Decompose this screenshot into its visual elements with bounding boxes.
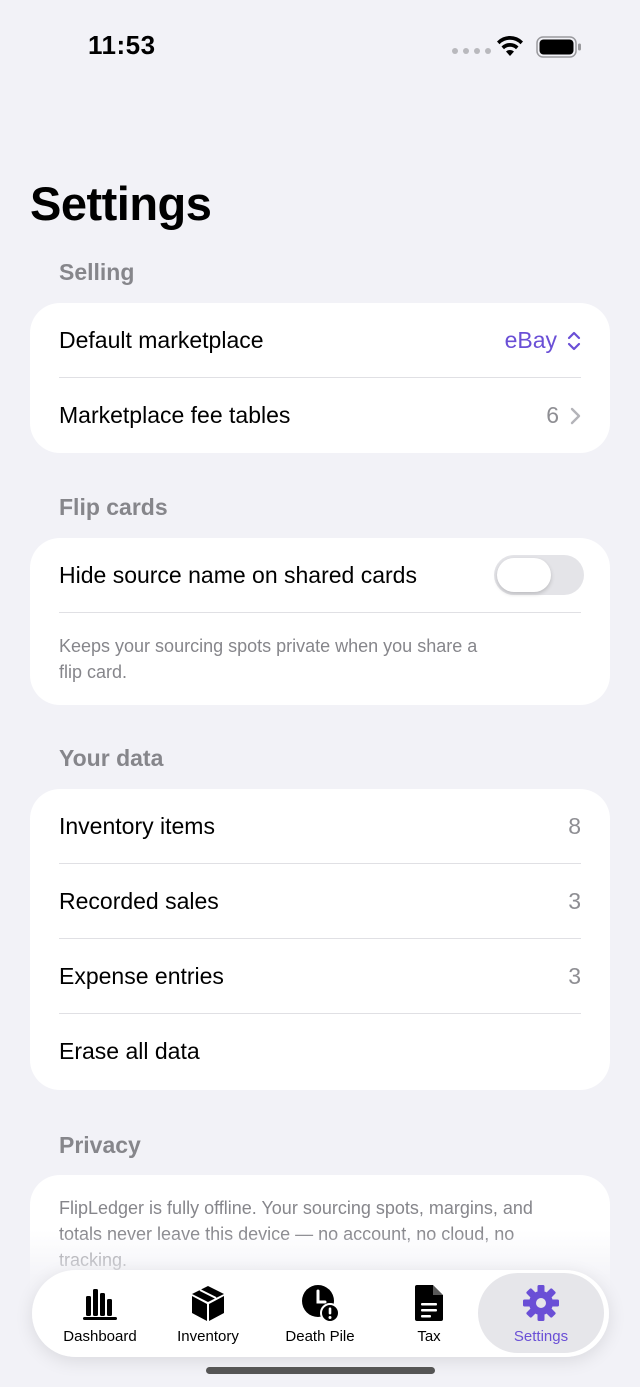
section-header-your-data: Your data (59, 745, 164, 771)
tab-death-pile[interactable]: Death Pile (268, 1270, 372, 1357)
tab-settings[interactable]: Settings (478, 1273, 604, 1353)
default-marketplace-label: Default marketplace (59, 327, 264, 353)
fee-tables-row[interactable]: Marketplace fee tables 6 (30, 378, 610, 453)
default-marketplace-row[interactable]: Default marketplace eBay (30, 303, 610, 378)
selling-card: Default marketplace eBay Marketplace fee… (30, 303, 610, 453)
home-indicator (206, 1367, 435, 1374)
tab-label: Tax (417, 1328, 441, 1345)
default-marketplace-value: eBay (504, 327, 557, 353)
page-title: Settings (30, 177, 212, 230)
expense-entries-row: Expense entries 3 (30, 939, 610, 1014)
tab-tax[interactable]: Tax (378, 1270, 480, 1357)
tab-dashboard[interactable]: Dashboard (44, 1270, 156, 1357)
hide-source-toggle[interactable] (494, 555, 584, 595)
chevron-right-icon (570, 407, 581, 424)
gear-icon (523, 1285, 559, 1321)
hide-source-row: Hide source name on shared cards (30, 538, 610, 613)
erase-all-data-label: Erase all data (59, 1038, 200, 1064)
erase-all-data-button[interactable]: Erase all data (30, 1014, 610, 1089)
tab-label: Death Pile (285, 1328, 355, 1345)
expense-entries-label: Expense entries (59, 963, 224, 989)
chevron-up-down-icon (567, 331, 581, 350)
inventory-items-value: 8 (568, 813, 581, 839)
fee-tables-count: 6 (546, 402, 581, 429)
cellular-signal-icon (452, 48, 491, 54)
status-bar: 11:53 (0, 0, 640, 95)
tab-label: Inventory (177, 1328, 239, 1345)
default-marketplace-picker[interactable]: eBay (505, 327, 581, 354)
wifi-icon (497, 35, 523, 56)
flip-cards-footnote: Keeps your sourcing spots private when y… (59, 636, 478, 682)
flip-cards-card: Hide source name on shared cards Keeps y… (30, 538, 610, 705)
tab-label: Settings (513, 1328, 569, 1345)
section-header-privacy: Privacy (59, 1132, 141, 1158)
clock-alert-icon (302, 1285, 340, 1323)
box-icon (192, 1286, 224, 1321)
row-divider (59, 612, 581, 613)
inventory-items-row: Inventory items 8 (30, 789, 610, 864)
toggle-knob (497, 558, 551, 592)
recorded-sales-value: 3 (568, 888, 581, 914)
hide-source-label: Hide source name on shared cards (59, 562, 417, 588)
tab-bar: Dashboard Inventory Death Pile Tax Setti… (32, 1270, 609, 1357)
recorded-sales-row: Recorded sales 3 (30, 864, 610, 939)
tab-inventory[interactable]: Inventory (156, 1270, 260, 1357)
fee-tables-label: Marketplace fee tables (59, 402, 291, 428)
inventory-items-label: Inventory items (59, 813, 215, 839)
section-header-selling: Selling (59, 259, 135, 285)
fee-tables-value: 6 (546, 402, 559, 428)
section-header-flip-cards: Flip cards (59, 494, 168, 520)
tab-label: Dashboard (63, 1328, 137, 1345)
expense-entries-value: 3 (568, 963, 581, 989)
your-data-card: Inventory items 8 Recorded sales 3 Expen… (30, 789, 610, 1090)
bar-chart-icon (83, 1289, 117, 1320)
recorded-sales-label: Recorded sales (59, 888, 219, 914)
status-time: 11:53 (88, 30, 156, 60)
document-icon (415, 1285, 443, 1321)
battery-icon (536, 36, 581, 58)
